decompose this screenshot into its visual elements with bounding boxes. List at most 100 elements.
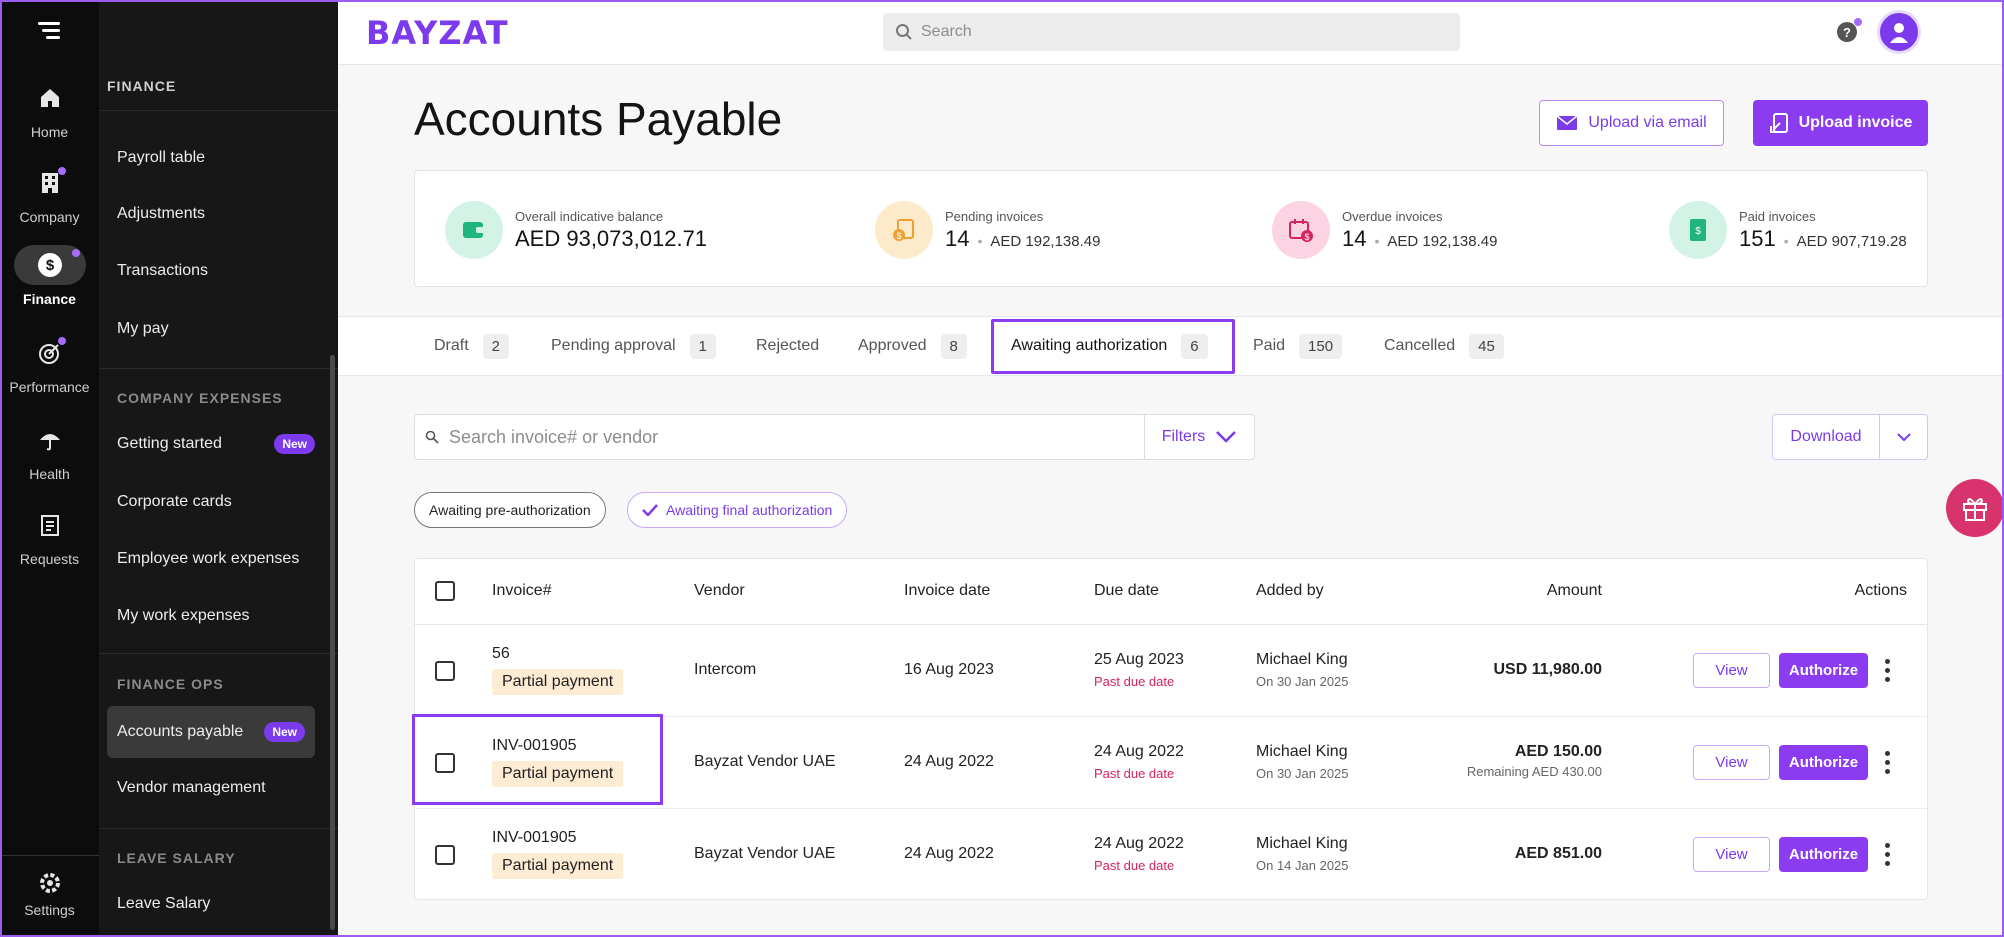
upload-via-email-button[interactable]: Upload via email	[1539, 100, 1724, 146]
sidebar-scrollbar[interactable]	[330, 355, 335, 930]
chip-label: Awaiting final authorization	[666, 502, 833, 518]
sidebar-item-adjustments[interactable]: Adjustments	[117, 188, 325, 240]
due-date-cell: 24 Aug 2022 Past due date	[1094, 835, 1184, 873]
row-checkbox[interactable]	[435, 661, 455, 681]
vendor-cell: Intercom	[694, 661, 757, 678]
mail-icon	[1556, 115, 1578, 130]
notification-dot	[57, 167, 66, 175]
search-placeholder: Search invoice# or vendor	[449, 426, 659, 447]
tab-label: Cancelled	[1384, 337, 1456, 354]
sidebar-item-accounts-payable[interactable]: Accounts payable New	[107, 706, 315, 758]
sidebar-item-my-work-expenses[interactable]: My work expenses	[117, 590, 325, 642]
tab-pending-approval[interactable]: Pending approval 1	[551, 317, 716, 375]
row-checkbox[interactable]	[435, 845, 455, 865]
column-header[interactable]: Invoice#	[492, 582, 552, 600]
sidebar-heading: FINANCE	[107, 78, 177, 94]
past-due-label: Past due date	[1094, 766, 1175, 781]
stat-count: 151	[1739, 225, 1776, 251]
authorize-button[interactable]: Authorize	[1779, 837, 1868, 872]
sidebar-item-transactions[interactable]: Transactions	[117, 245, 325, 297]
gift-button[interactable]	[1946, 479, 2004, 537]
past-due-label: Past due date	[1094, 674, 1175, 689]
select-all-checkbox[interactable]	[435, 581, 455, 601]
column-header[interactable]: Added by	[1256, 582, 1324, 600]
sidebar-item-corporate-cards[interactable]: Corporate cards	[117, 476, 325, 528]
top-bar: BAYZAT Search ?	[338, 0, 2004, 65]
stat-label: Pending invoices	[945, 208, 1044, 224]
tab-draft[interactable]: Draft 2	[434, 317, 510, 375]
authorize-button[interactable]: Authorize	[1779, 745, 1868, 780]
upload-file-icon	[1769, 113, 1788, 133]
view-button[interactable]: View	[1693, 653, 1770, 688]
due-date: 24 Aug 2022	[1094, 743, 1184, 760]
due-date: 24 Aug 2022	[1094, 835, 1184, 852]
sidebar-item-employee-work-expenses[interactable]: Employee work expenses	[117, 533, 325, 585]
rail-item-home[interactable]: Home	[0, 78, 99, 140]
brand-logo[interactable]: BAYZAT	[366, 14, 509, 52]
rail-label: Home	[30, 124, 69, 140]
new-badge: New	[264, 722, 305, 742]
column-header[interactable]: Due date	[1094, 582, 1159, 600]
column-header[interactable]: Invoice date	[904, 582, 990, 600]
stat-label: Paid invoices	[1739, 208, 1816, 224]
tab-count: 45	[1469, 333, 1504, 359]
rail-item-performance[interactable]: Performance	[0, 333, 99, 395]
rail-label: Settings	[24, 902, 75, 918]
divider	[99, 368, 338, 369]
invoice-cell: INV-001905 Partial payment	[492, 829, 624, 879]
tab-paid[interactable]: Paid 150	[1253, 317, 1343, 375]
tab-cancelled[interactable]: Cancelled 45	[1384, 317, 1504, 375]
sidebar-item-leave-salary[interactable]: Leave Salary	[117, 878, 325, 930]
filter-chip-final-authorization[interactable]: Awaiting final authorization	[627, 492, 848, 528]
help-icon[interactable]: ?	[1837, 22, 1857, 42]
rail-item-health[interactable]: Health	[0, 420, 99, 482]
authorize-button[interactable]: Authorize	[1779, 653, 1868, 688]
sidebar-item-my-pay[interactable]: My pay	[117, 303, 325, 355]
invoice-number[interactable]: INV-001905	[492, 829, 623, 847]
new-badge: New	[274, 434, 315, 454]
download-options-button[interactable]	[1879, 414, 1928, 460]
more-options-icon[interactable]	[1885, 843, 1891, 870]
more-options-icon[interactable]	[1885, 751, 1891, 778]
more-options-icon[interactable]	[1885, 659, 1891, 686]
sidebar-item-label: Accounts payable	[117, 723, 244, 740]
invoice-search-input[interactable]: Search invoice# or vendor	[414, 414, 1146, 460]
invoice-date-cell: 24 Aug 2022	[904, 753, 994, 770]
menu-icon[interactable]	[38, 22, 62, 42]
table-row[interactable]: INV-001905 Partial payment Bayzat Vendor…	[415, 809, 1927, 901]
user-icon	[1890, 23, 1908, 43]
table-header: Invoice# Vendor Invoice date Due date Ad…	[415, 559, 1927, 625]
pending-invoice-icon: $	[875, 201, 933, 259]
avatar[interactable]	[1877, 10, 1921, 54]
stat-pending-invoices[interactable]: $ Pending invoices 14 • AED 192,138.49	[875, 201, 1100, 259]
filters-button[interactable]: Filters	[1144, 414, 1255, 460]
view-button[interactable]: View	[1693, 837, 1770, 872]
tab-approved[interactable]: Approved 8	[858, 317, 967, 375]
global-search-input[interactable]: Search	[883, 13, 1460, 51]
amount-value: AED 851.00	[1514, 845, 1602, 862]
rail-item-settings[interactable]: Settings	[0, 868, 99, 918]
stat-paid-invoices[interactable]: $ Paid invoices 151 • AED 907,719.28	[1669, 201, 1907, 259]
view-button[interactable]: View	[1693, 745, 1770, 780]
finance-sidebar: FINANCE Payroll table Adjustments Transa…	[99, 0, 338, 937]
sidebar-item-payroll-table[interactable]: Payroll table	[117, 132, 325, 184]
tab-rejected[interactable]: Rejected	[756, 317, 819, 375]
invoice-number[interactable]: 56	[492, 645, 623, 663]
divider	[99, 828, 338, 829]
column-header[interactable]: Vendor	[694, 582, 745, 600]
stat-amount: AED 907,719.28	[1796, 232, 1907, 250]
column-header[interactable]: Amount	[1547, 582, 1602, 600]
rail-item-finance[interactable]: $ Finance	[0, 245, 99, 307]
download-button[interactable]: Download	[1772, 414, 1880, 460]
rail-label: Requests	[19, 551, 80, 567]
filter-chip-pre-authorization[interactable]: Awaiting pre-authorization	[414, 492, 606, 528]
sidebar-item-vendor-management[interactable]: Vendor management	[117, 762, 325, 814]
rail-item-company[interactable]: Company	[0, 163, 99, 225]
upload-invoice-button[interactable]: Upload invoice	[1753, 100, 1928, 146]
sidebar-item-getting-started[interactable]: Getting started New	[117, 418, 325, 470]
stat-overdue-invoices[interactable]: $ Overdue invoices 14 • AED 192,138.49	[1272, 201, 1497, 259]
tab-count: 8	[940, 333, 967, 359]
rail-item-requests[interactable]: Requests	[0, 505, 99, 567]
section-heading: FINANCE OPS	[117, 676, 224, 692]
table-row[interactable]: 56 Partial payment Intercom 16 Aug 2023 …	[415, 625, 1927, 717]
